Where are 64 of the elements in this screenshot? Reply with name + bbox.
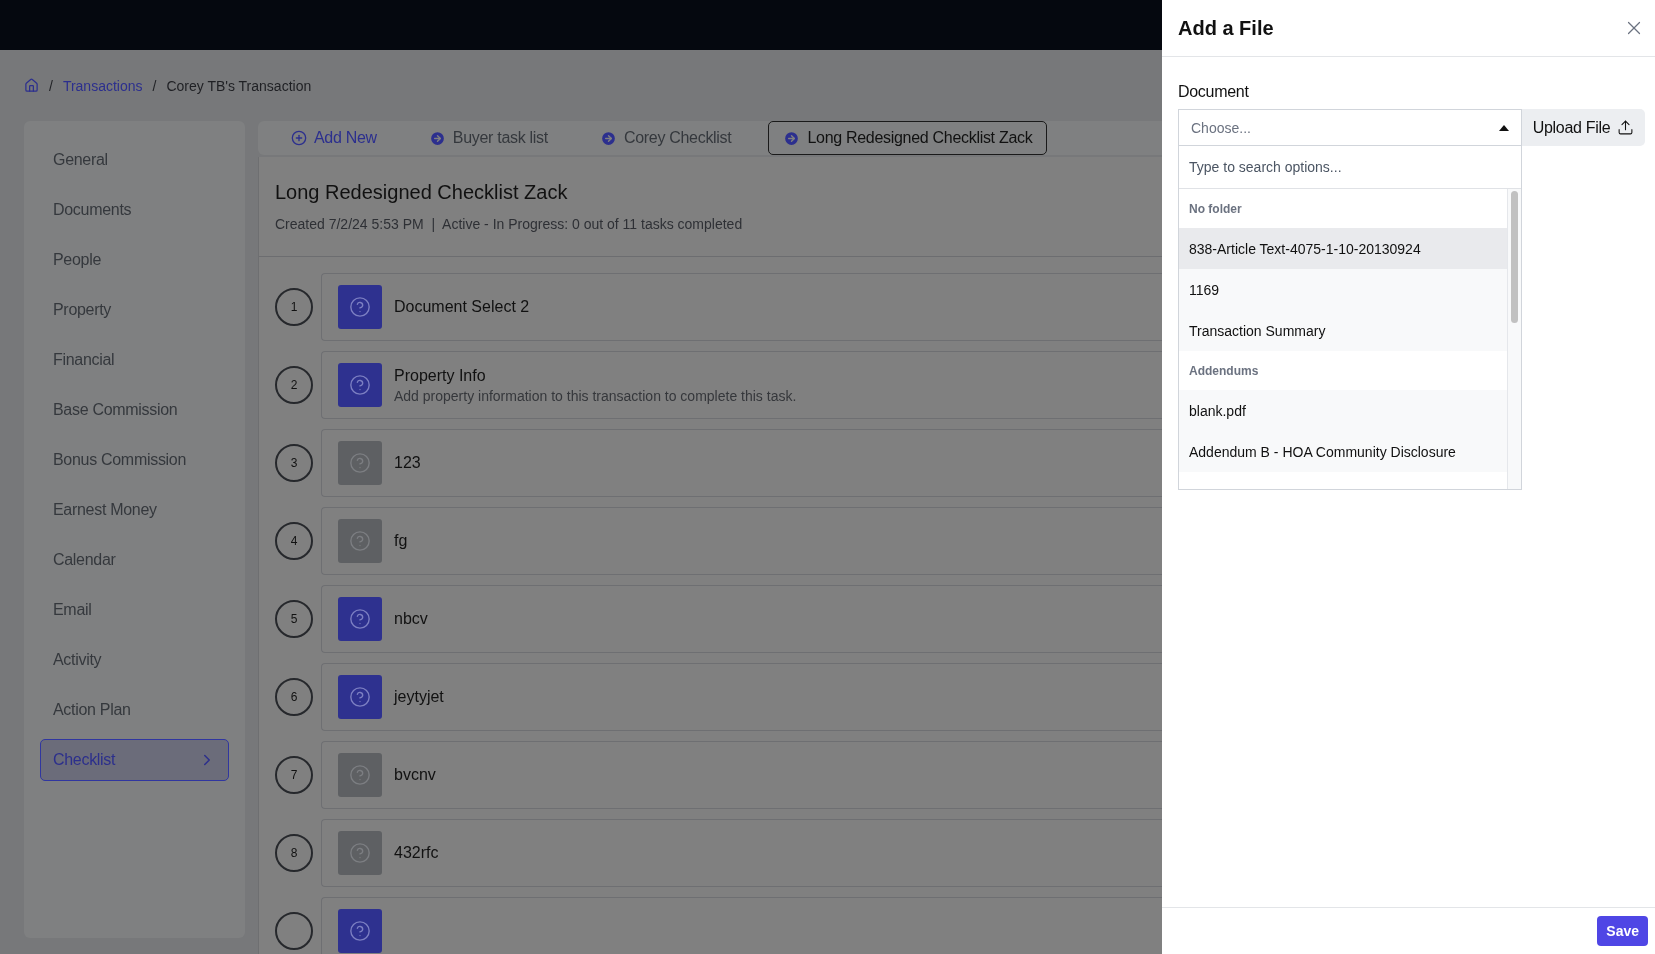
step-number: 1 xyxy=(275,288,313,326)
caret-icon xyxy=(1499,124,1509,131)
checklist-tab[interactable]: Buyer task list xyxy=(413,121,563,155)
sidebar-item[interactable]: Base Commission xyxy=(40,389,229,431)
arrow-right-icon xyxy=(428,129,446,147)
upload-file-button[interactable]: Upload File xyxy=(1522,109,1645,146)
sidebar-item[interactable]: General xyxy=(40,139,229,181)
task-title: Document Select 2 xyxy=(394,298,530,316)
step-number: 3 xyxy=(275,444,313,482)
step-number: 2 xyxy=(275,366,313,404)
sidebar-item[interactable]: Calendar xyxy=(40,539,229,581)
checklist-tab[interactable]: Corey Checklist xyxy=(584,121,747,155)
task-title: nbcv xyxy=(394,610,428,628)
task-title: fg xyxy=(394,532,408,550)
plus-icon xyxy=(291,130,307,146)
scrollbar[interactable] xyxy=(1507,189,1521,489)
task-title: bvcnv xyxy=(394,766,436,784)
breadcrumb-separator: / xyxy=(152,77,157,94)
step-number: 6 xyxy=(275,678,313,716)
step-number xyxy=(275,912,313,950)
dropdown-option[interactable]: Transaction Summary xyxy=(1179,310,1507,351)
task-title: 123 xyxy=(394,454,421,472)
sidebar-item[interactable]: Activity xyxy=(40,639,229,681)
dropdown-option[interactable]: Addendum B - HOA Community Disclosure xyxy=(1179,431,1507,472)
home-icon[interactable] xyxy=(24,78,39,93)
dropdown-option[interactable]: blank.pdf xyxy=(1179,390,1507,431)
drawer-title: Add a File xyxy=(1178,16,1274,40)
breadcrumb-separator: / xyxy=(49,77,53,94)
document-select[interactable]: Choose... xyxy=(1178,109,1522,146)
checklist-tab[interactable]: Long Redesigned Checklist Zack xyxy=(768,121,1048,155)
group-label: No folder xyxy=(1188,200,1243,218)
breadcrumb-current: Corey TB's Transaction xyxy=(166,77,312,94)
breadcrumb-link[interactable]: Transactions xyxy=(62,77,143,94)
task-title: Property Info xyxy=(394,366,487,385)
arrow-right-icon xyxy=(783,129,801,147)
task-title: 432rfc xyxy=(394,844,439,862)
task-description: Add property information to this transaction to complete this task. xyxy=(394,387,797,404)
upload-icon xyxy=(1617,119,1635,136)
dropdown-option[interactable]: 1169 xyxy=(1179,269,1507,310)
field-label: Document xyxy=(1178,83,1250,101)
sidebar-item[interactable]: Email xyxy=(40,589,229,631)
task-card[interactable]: nbcv xyxy=(321,585,1162,653)
save-button[interactable]: Save xyxy=(1597,916,1648,946)
step-number: 5 xyxy=(275,600,313,638)
sidebar-item[interactable]: Bonus Commission xyxy=(40,439,229,481)
group-label: Addendums xyxy=(1188,362,1260,380)
task-title: jeytyjet xyxy=(394,688,444,706)
task-card[interactable]: Property Info Add property information to this transaction to complete this task. xyxy=(321,351,1162,419)
step-number: 7 xyxy=(275,756,313,794)
dropdown-option[interactable]: 838-Article Text-4075-1-10-20130924 xyxy=(1179,228,1507,269)
checklist-title: Long Redesigned Checklist Zack xyxy=(275,181,569,204)
sidebar-item[interactable]: Earnest Money xyxy=(40,489,229,531)
sidebar-item[interactable]: Property xyxy=(40,289,229,331)
task-card[interactable]: jeytyjet xyxy=(321,663,1162,731)
add-new-button[interactable]: Add New xyxy=(276,121,392,155)
task-card[interactable]: Document Select 2 xyxy=(321,273,1162,341)
sidebar-item[interactable]: Financial xyxy=(40,339,229,381)
sidebar-item[interactable]: Documents xyxy=(40,189,229,231)
step-number: 8 xyxy=(275,834,313,872)
step-number: 4 xyxy=(275,522,313,560)
arrow-right-icon xyxy=(599,129,617,147)
sidebar-item[interactable]: People xyxy=(40,239,229,281)
checklist-meta: Created 7/2/24 5:53 PM | Active - In Progress: 0 out of 11 tasks completed xyxy=(275,216,744,232)
sidebar-item[interactable]: Action Plan xyxy=(40,689,229,731)
